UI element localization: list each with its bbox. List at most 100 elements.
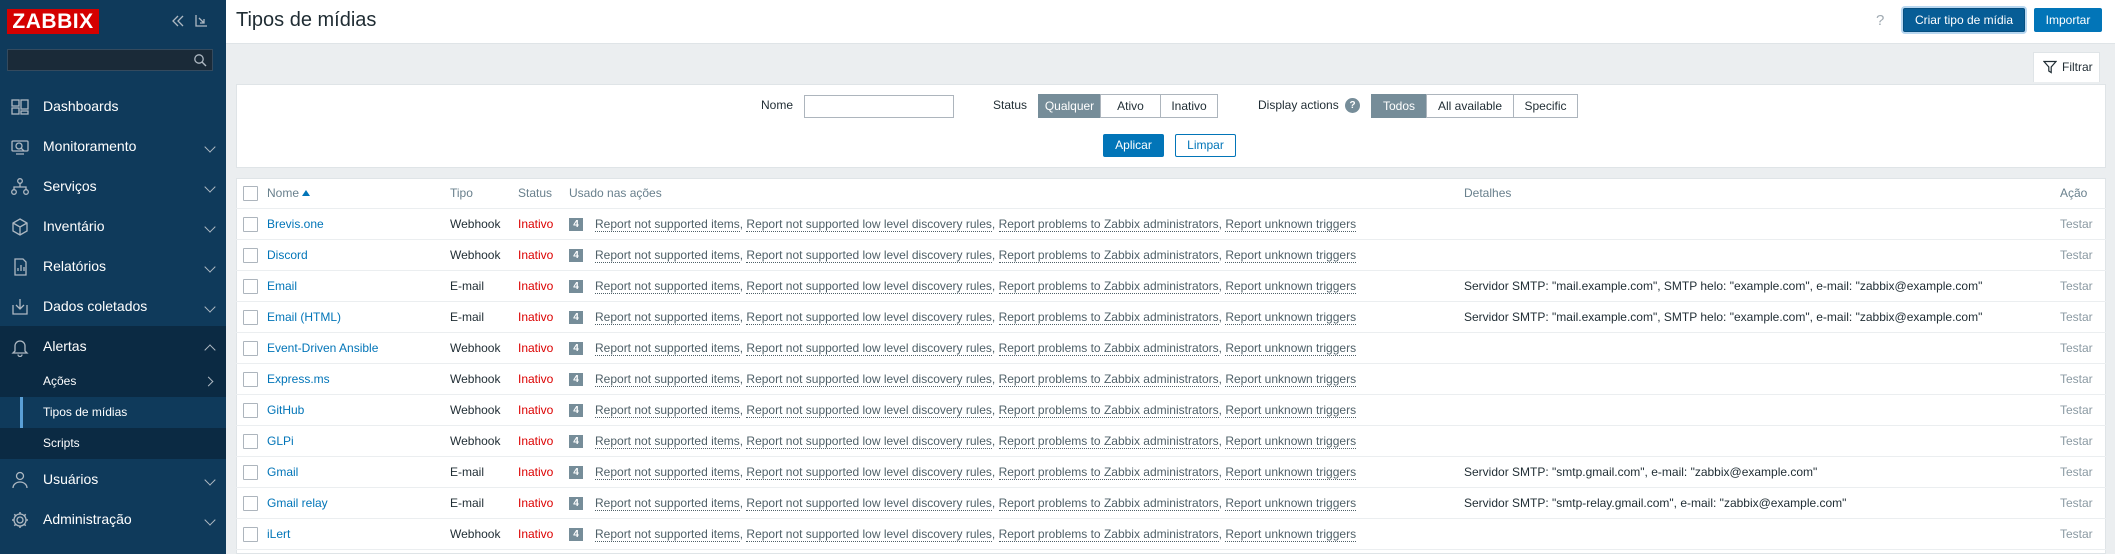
menu-item-inventory[interactable]: Inventário xyxy=(0,206,226,246)
status-toggle[interactable]: Inativo xyxy=(518,426,553,456)
action-link[interactable]: Report not supported items xyxy=(595,248,740,263)
row-checkbox[interactable] xyxy=(243,310,258,325)
row-checkbox[interactable] xyxy=(243,403,258,418)
row-checkbox[interactable] xyxy=(243,341,258,356)
status-option-inactive[interactable]: Inativo xyxy=(1160,94,1218,118)
action-link[interactable]: Report problems to Zabbix administrators xyxy=(998,248,1219,263)
action-link[interactable]: Report unknown triggers xyxy=(1225,496,1357,511)
media-type-name-link[interactable]: GLPi xyxy=(267,426,294,456)
action-link[interactable]: Report unknown triggers xyxy=(1225,248,1357,263)
menu-item-monitoring[interactable]: Monitoramento xyxy=(0,126,226,166)
menu-item-data-collection[interactable]: Dados coletados xyxy=(0,286,226,326)
row-checkbox[interactable] xyxy=(243,465,258,480)
action-link[interactable]: Report not supported items xyxy=(595,434,740,449)
menu-item-administration[interactable]: Administração xyxy=(0,499,226,539)
help-icon[interactable]: ? xyxy=(1876,12,1884,29)
action-link[interactable]: Report unknown triggers xyxy=(1225,434,1357,449)
media-type-name-link[interactable]: GitHub xyxy=(267,395,304,425)
action-link[interactable]: Report unknown triggers xyxy=(1225,465,1357,480)
media-type-name-link[interactable]: Brevis.one xyxy=(267,209,324,239)
filter-tab[interactable]: Filtrar xyxy=(2033,52,2100,82)
status-toggle[interactable]: Inativo xyxy=(518,271,553,301)
action-link[interactable]: Report problems to Zabbix administrators xyxy=(998,465,1219,480)
action-link[interactable]: Report unknown triggers xyxy=(1225,310,1357,325)
media-type-name-link[interactable]: Email xyxy=(267,271,297,301)
media-type-name-link[interactable]: Email (HTML) xyxy=(267,302,341,332)
action-link[interactable]: Report not supported items xyxy=(595,279,740,294)
action-link[interactable]: Report not supported items xyxy=(595,496,740,511)
column-header-name[interactable]: Nome xyxy=(267,178,311,208)
action-link[interactable]: Report not supported low level discovery… xyxy=(746,403,992,418)
action-link[interactable]: Report not supported low level discovery… xyxy=(746,310,992,325)
menu-item-alerts[interactable]: Alertas xyxy=(0,326,226,366)
row-checkbox[interactable] xyxy=(243,279,258,294)
create-media-type-button[interactable]: Criar tipo de mídia xyxy=(1903,8,2025,32)
action-link[interactable]: Report not supported items xyxy=(595,372,740,387)
display-actions-help-icon[interactable]: ? xyxy=(1345,98,1360,113)
action-link[interactable]: Report problems to Zabbix administrators xyxy=(998,217,1219,232)
action-link[interactable]: Report not supported low level discovery… xyxy=(746,248,992,263)
row-checkbox[interactable] xyxy=(243,496,258,511)
display-option-all-available[interactable]: All available xyxy=(1426,94,1514,118)
action-link[interactable]: Report unknown triggers xyxy=(1225,527,1357,542)
action-link[interactable]: Report not supported low level discovery… xyxy=(746,217,992,232)
media-type-name-link[interactable]: Discord xyxy=(267,240,308,270)
test-button[interactable]: Testar xyxy=(2060,457,2093,487)
action-link[interactable]: Report not supported low level discovery… xyxy=(746,341,992,356)
sidebar-search-input[interactable] xyxy=(7,49,213,71)
status-toggle[interactable]: Inativo xyxy=(518,457,553,487)
row-checkbox[interactable] xyxy=(243,372,258,387)
status-option-any[interactable]: Qualquer xyxy=(1038,94,1101,118)
media-type-name-link[interactable]: iLert xyxy=(267,519,290,549)
reset-filter-button[interactable]: Limpar xyxy=(1175,134,1236,157)
menu-item-reports[interactable]: Relatórios xyxy=(0,246,226,286)
submenu-item-media-types[interactable]: Tipos de mídias xyxy=(0,397,226,428)
action-link[interactable]: Report unknown triggers xyxy=(1225,403,1357,418)
test-button[interactable]: Testar xyxy=(2060,395,2093,425)
action-link[interactable]: Report not supported items xyxy=(595,527,740,542)
action-link[interactable]: Report not supported items xyxy=(595,465,740,480)
action-link[interactable]: Report problems to Zabbix administrators xyxy=(998,527,1219,542)
display-option-all[interactable]: Todos xyxy=(1371,94,1427,118)
test-button[interactable]: Testar xyxy=(2060,426,2093,456)
submenu-item-actions[interactable]: Ações xyxy=(0,366,226,397)
action-link[interactable]: Report not supported items xyxy=(595,310,740,325)
status-toggle[interactable]: Inativo xyxy=(518,395,553,425)
action-link[interactable]: Report not supported low level discovery… xyxy=(746,279,992,294)
menu-item-dashboards[interactable]: Dashboards xyxy=(0,86,226,126)
action-link[interactable]: Report problems to Zabbix administrators xyxy=(998,279,1219,294)
kiosk-mode-icon[interactable] xyxy=(193,13,209,29)
name-filter-input[interactable] xyxy=(804,95,954,118)
action-link[interactable]: Report not supported items xyxy=(595,403,740,418)
action-link[interactable]: Report not supported low level discovery… xyxy=(746,434,992,449)
test-button[interactable]: Testar xyxy=(2060,333,2093,363)
collapse-sidebar-icon[interactable] xyxy=(170,13,186,29)
status-toggle[interactable]: Inativo xyxy=(518,240,553,270)
search-icon[interactable] xyxy=(193,53,207,67)
media-type-name-link[interactable]: Gmail relay xyxy=(267,488,328,518)
status-option-active[interactable]: Ativo xyxy=(1100,94,1161,118)
action-link[interactable]: Report not supported items xyxy=(595,217,740,232)
status-toggle[interactable]: Inativo xyxy=(518,333,553,363)
test-button[interactable]: Testar xyxy=(2060,240,2093,270)
row-checkbox[interactable] xyxy=(243,434,258,449)
action-link[interactable]: Report problems to Zabbix administrators xyxy=(998,496,1219,511)
zabbix-logo[interactable]: ZABBIX xyxy=(7,9,99,34)
status-toggle[interactable]: Inativo xyxy=(518,302,553,332)
action-link[interactable]: Report unknown triggers xyxy=(1225,341,1357,356)
action-link[interactable]: Report unknown triggers xyxy=(1225,279,1357,294)
action-link[interactable]: Report not supported low level discovery… xyxy=(746,372,992,387)
action-link[interactable]: Report problems to Zabbix administrators xyxy=(998,434,1219,449)
test-button[interactable]: Testar xyxy=(2060,209,2093,239)
status-toggle[interactable]: Inativo xyxy=(518,209,553,239)
action-link[interactable]: Report unknown triggers xyxy=(1225,217,1357,232)
status-toggle[interactable]: Inativo xyxy=(518,364,553,394)
action-link[interactable]: Report problems to Zabbix administrators xyxy=(998,372,1219,387)
action-link[interactable]: Report not supported low level discovery… xyxy=(746,465,992,480)
test-button[interactable]: Testar xyxy=(2060,519,2093,549)
menu-item-services[interactable]: Serviços xyxy=(0,166,226,206)
row-checkbox[interactable] xyxy=(243,527,258,542)
row-checkbox[interactable] xyxy=(243,248,258,263)
status-toggle[interactable]: Inativo xyxy=(518,488,553,518)
status-toggle[interactable]: Inativo xyxy=(518,519,553,549)
